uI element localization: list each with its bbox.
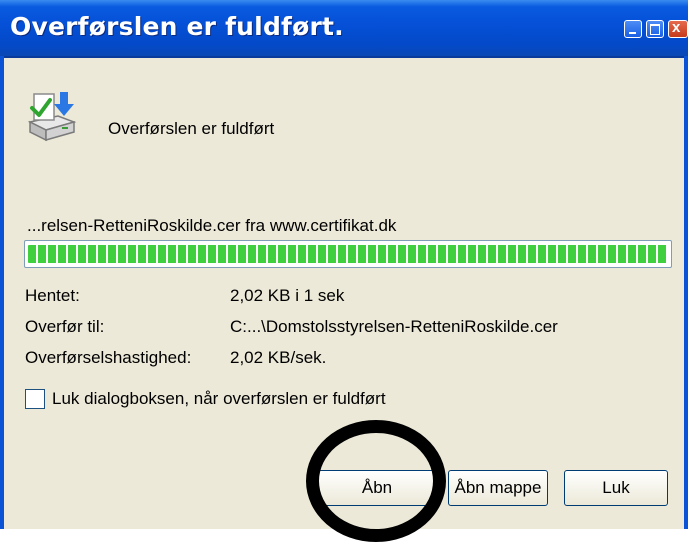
minimize-icon[interactable] bbox=[624, 20, 642, 38]
download-complete-icon bbox=[27, 92, 77, 142]
maximize-icon[interactable] bbox=[646, 20, 664, 38]
window-border-left bbox=[0, 56, 4, 529]
source-file-text: ...relsen-RetteniRoskilde.cer fra www.ce… bbox=[27, 216, 397, 235]
open-button[interactable]: Åbn bbox=[318, 470, 436, 506]
detail-value-speed: 2,02 KB/sek. bbox=[230, 348, 327, 367]
progress-bar bbox=[24, 240, 672, 268]
title-bar[interactable]: Overførslen er fuldført. x bbox=[0, 0, 688, 58]
detail-label-downloaded: Hentet: bbox=[25, 286, 80, 305]
window-border-right bbox=[684, 56, 688, 529]
close-button[interactable]: Luk bbox=[564, 470, 668, 506]
detail-value-destination: C:...\Domstolsstyrelsen-RetteniRoskilde.… bbox=[230, 317, 558, 336]
detail-label-destination: Overfør til: bbox=[25, 317, 105, 336]
detail-label-speed: Overførselshastighed: bbox=[25, 348, 192, 367]
status-text: Overførslen er fuldført bbox=[108, 119, 275, 138]
progress-fill bbox=[28, 245, 668, 263]
window-title: Overførslen er fuldført. bbox=[10, 12, 344, 41]
download-complete-dialog: Overførslen er fuldført. x Overførslen e… bbox=[0, 0, 688, 542]
close-on-complete-checkbox[interactable] bbox=[25, 389, 45, 409]
open-folder-button[interactable]: Åbn mappe bbox=[448, 470, 548, 506]
close-icon[interactable]: x bbox=[668, 19, 688, 38]
detail-value-downloaded: 2,02 KB i 1 sek bbox=[230, 286, 345, 305]
close-on-complete-label[interactable]: Luk dialogboksen, når overførslen er ful… bbox=[52, 389, 386, 409]
